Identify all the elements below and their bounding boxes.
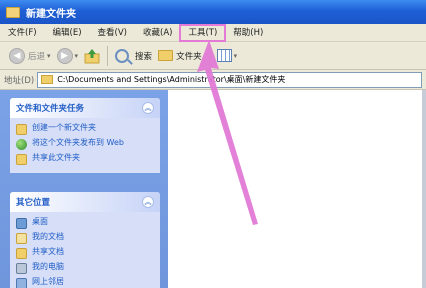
views-button[interactable]: ▾	[214, 45, 241, 67]
documents-icon	[16, 233, 27, 244]
collapse-icon[interactable]: ︽	[142, 102, 154, 114]
task-label: 将这个文件夹发布到 Web	[32, 138, 124, 147]
forward-arrow-icon: ▶	[56, 47, 73, 64]
place-label: 我的电脑	[32, 262, 64, 271]
place-label: 共享文档	[32, 247, 64, 256]
search-label: 搜索	[135, 51, 153, 62]
back-label: 后退	[28, 51, 46, 62]
menu-help[interactable]: 帮助(H)	[225, 25, 271, 41]
toolbar-separator	[208, 45, 210, 66]
collapse-icon[interactable]: ︽	[142, 196, 154, 208]
views-icon	[216, 49, 232, 62]
toolbar: ◀ 后退 ▾ ▶ ▾ 搜索 文件夹 ▾	[0, 42, 426, 70]
new-folder-icon	[16, 124, 27, 135]
address-input[interactable]: C:\Documents and Settings\Administrator\…	[37, 71, 422, 88]
network-icon	[16, 278, 27, 288]
task-new-folder[interactable]: 创建一个新文件夹	[16, 123, 154, 135]
folders-label: 文件夹	[176, 51, 202, 62]
address-label: 地址(D)	[4, 75, 35, 86]
task-label: 共享此文件夹	[32, 153, 80, 162]
chevron-down-icon: ▾	[233, 51, 238, 60]
menu-edit[interactable]: 编辑(E)	[45, 25, 90, 41]
share-folder-icon	[16, 154, 27, 165]
desktop-icon	[16, 218, 27, 229]
file-tasks-header[interactable]: 文件和文件夹任务 ︽	[10, 98, 160, 118]
menu-favorites[interactable]: 收藏(A)	[135, 25, 180, 41]
chevron-down-icon: ▾	[47, 51, 51, 60]
file-tasks-body: 创建一个新文件夹 将这个文件夹发布到 Web 共享此文件夹	[10, 118, 160, 173]
other-places-title: 其它位置	[16, 198, 51, 208]
menu-tools[interactable]: 工具(T)	[179, 23, 227, 42]
forward-button[interactable]: ▶ ▾	[54, 45, 82, 67]
file-tasks-title: 文件和文件夹任务	[16, 104, 85, 114]
shared-folder-icon	[16, 248, 27, 259]
place-desktop[interactable]: 桌面	[16, 217, 154, 229]
task-publish-web[interactable]: 将这个文件夹发布到 Web	[16, 138, 154, 150]
place-label: 我的文档	[32, 232, 64, 241]
address-bar: 地址(D) C:\Documents and Settings\Administ…	[0, 70, 426, 90]
place-shared-documents[interactable]: 共享文档	[16, 247, 154, 259]
place-network[interactable]: 网上邻居	[16, 277, 154, 288]
computer-icon	[16, 263, 27, 274]
scrollbar-edge	[422, 90, 426, 288]
search-icon	[115, 48, 130, 63]
place-label: 网上邻居	[32, 277, 64, 286]
back-arrow-icon: ◀	[9, 47, 25, 64]
search-button[interactable]: 搜索	[112, 45, 155, 67]
other-places-body: 桌面 我的文档 共享文档 我的电脑 网上邻居	[10, 212, 160, 288]
menu-bar: 文件(F) 编辑(E) 查看(V) 收藏(A) 工具(T) 帮助(H)	[0, 23, 426, 42]
place-label: 桌面	[32, 217, 48, 226]
up-folder-icon	[84, 48, 100, 64]
menu-file[interactable]: 文件(F)	[0, 25, 45, 41]
other-places-header[interactable]: 其它位置 ︽	[10, 192, 160, 212]
place-my-documents[interactable]: 我的文档	[16, 232, 154, 244]
toolbar-separator	[107, 45, 109, 66]
file-tasks-panel: 文件和文件夹任务 ︽ 创建一个新文件夹 将这个文件夹发布到 Web 共享此文件夹	[10, 98, 160, 173]
back-button[interactable]: ◀ 后退 ▾	[6, 45, 54, 67]
other-places-panel: 其它位置 ︽ 桌面 我的文档 共享文档 我的电脑 网上邻居	[10, 192, 160, 288]
content-area[interactable]	[168, 90, 422, 288]
chevron-down-icon: ▾	[74, 51, 79, 60]
address-path: C:\Documents and Settings\Administrator\…	[57, 75, 286, 84]
task-share-folder[interactable]: 共享此文件夹	[16, 153, 154, 165]
place-my-computer[interactable]: 我的电脑	[16, 262, 154, 274]
folder-icon	[158, 50, 174, 61]
task-pane: 文件和文件夹任务 ︽ 创建一个新文件夹 将这个文件夹发布到 Web 共享此文件夹…	[0, 90, 168, 288]
folder-icon	[6, 6, 20, 18]
folders-button[interactable]: 文件夹	[155, 45, 205, 67]
menu-view[interactable]: 查看(V)	[90, 25, 135, 41]
up-button[interactable]	[81, 45, 103, 67]
globe-icon	[16, 139, 27, 150]
task-label: 创建一个新文件夹	[32, 123, 96, 132]
window-title: 新建文件夹	[26, 8, 76, 20]
folder-icon	[41, 75, 54, 84]
title-bar: 新建文件夹	[0, 0, 426, 24]
